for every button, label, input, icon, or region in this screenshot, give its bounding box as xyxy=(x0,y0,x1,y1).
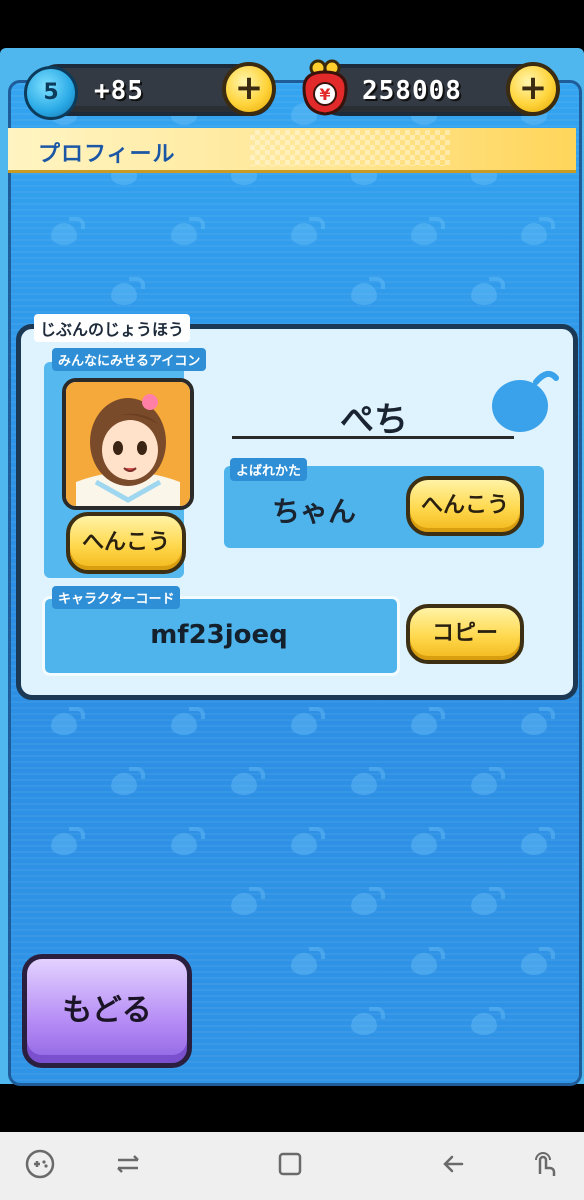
money-bag-icon: ¥ xyxy=(296,58,354,118)
currency-bar: +85 + 258008 + xyxy=(0,50,584,122)
recent-apps-icon[interactable] xyxy=(110,1146,146,1182)
home-icon[interactable] xyxy=(272,1146,308,1182)
change-icon-button[interactable]: へんこう xyxy=(66,512,186,574)
character-code-label: キャラクターコード xyxy=(52,586,181,609)
touch-icon[interactable] xyxy=(526,1146,562,1182)
page-title: プロフィール xyxy=(38,142,176,167)
honorific-value: ちゃん xyxy=(271,495,356,528)
copy-code-button[interactable]: コピー xyxy=(406,604,524,664)
game-tools-icon[interactable] xyxy=(22,1146,58,1182)
player-name: ぺち xyxy=(340,400,408,440)
avatar[interactable] xyxy=(62,378,194,510)
change-honorific-button[interactable]: へんこう xyxy=(406,476,524,536)
my-info-section-label: じぶんのじょうほう xyxy=(34,314,191,342)
honorific-label: よばれかた xyxy=(230,458,308,481)
add-money-button[interactable]: + xyxy=(506,62,560,116)
spirit-points-value: +85 xyxy=(94,76,144,106)
public-icon-label: みんなにみせるアイコン xyxy=(52,348,207,371)
name-underline xyxy=(232,436,514,439)
spirit-bubble-icon xyxy=(488,362,560,434)
add-spirit-points-button[interactable]: + xyxy=(222,62,276,116)
level-badge: 5 xyxy=(24,66,78,120)
header-checker-decoration xyxy=(250,130,450,166)
back-button[interactable]: もどる xyxy=(22,954,192,1068)
character-code-value: mf23joeq xyxy=(150,620,288,650)
money-value: 258008 xyxy=(362,76,462,106)
svg-text:¥: ¥ xyxy=(319,85,330,104)
back-icon[interactable] xyxy=(436,1146,472,1182)
